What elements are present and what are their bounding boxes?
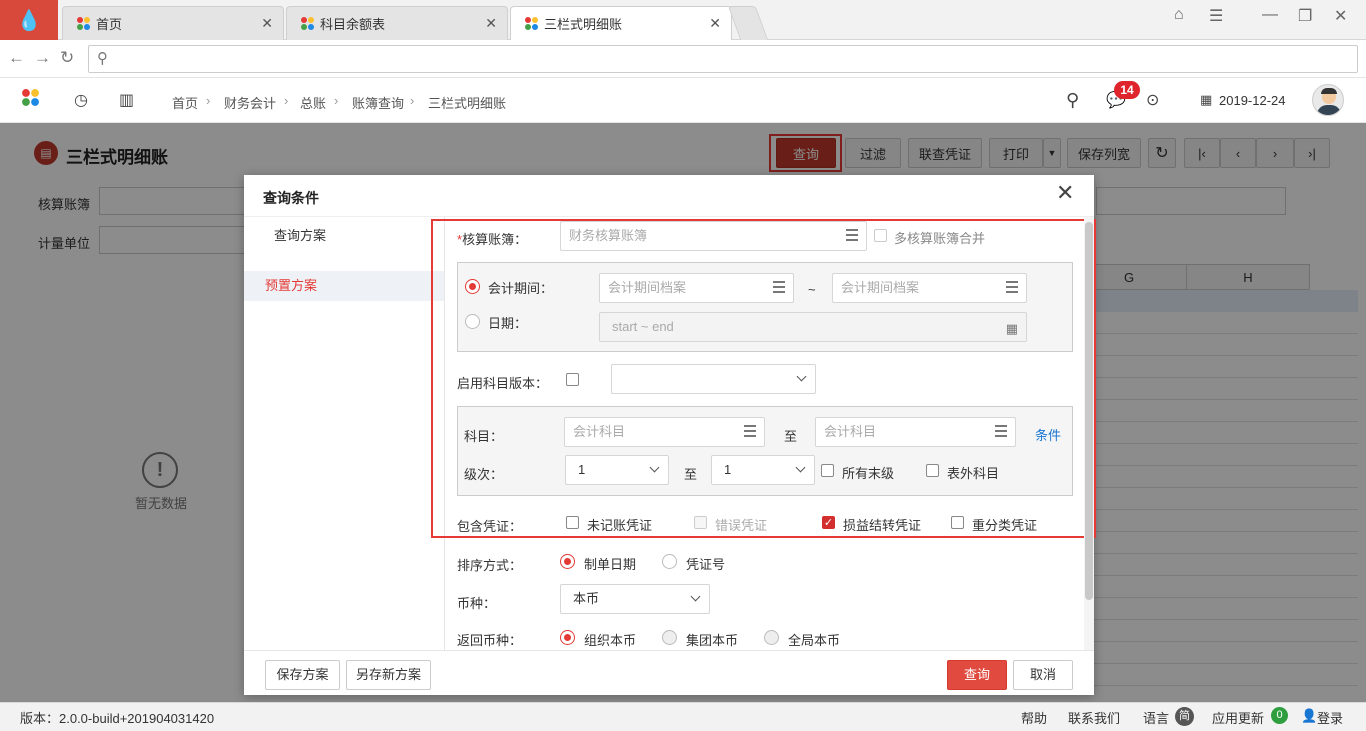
close-icon[interactable]: ✕ [485,15,497,32]
login-link[interactable]: 登录 [1317,708,1343,727]
url-input[interactable]: ⚲ [88,45,1358,73]
chevron-right-icon: › [284,93,289,108]
close-icon[interactable]: ✕ [261,15,273,32]
app-logo-icon [525,17,538,30]
chevron-down-icon [690,591,701,602]
app-logo-icon [301,17,314,30]
tab-subject-balance[interactable]: 科目余额表 ✕ [286,6,508,40]
return-group-label: 集团本币 [686,633,739,648]
language-badge[interactable]: 简 [1175,707,1194,726]
currency-label: 币种： [457,596,497,611]
forward-icon[interactable]: → [34,48,51,68]
avatar[interactable] [1312,84,1344,116]
tab-three-column-ledger[interactable]: 三栏式明细账 ✕ [510,6,732,40]
chevron-right-icon: › [334,93,339,108]
form-highlight [431,219,1096,538]
app-logo-icon[interactable] [22,89,39,106]
contact-link[interactable]: 联系我们 [1068,708,1120,727]
chevron-right-icon: › [410,93,415,108]
reload-icon[interactable]: ↻ [60,48,74,68]
sidebar-heading: 查询方案 [274,228,327,243]
back-icon[interactable]: ← [8,48,25,68]
breadcrumb-gl[interactable]: 总账 [300,93,326,112]
save-as-scheme-button[interactable]: 另存新方案 [346,660,431,690]
user-icon: 👤 [1301,708,1318,723]
update-count-badge: 0 [1271,707,1288,724]
tab-label: 三栏式明细账 [544,17,623,32]
return-currency-label: 返回币种： [457,633,523,648]
account-icon[interactable]: ⌂ [1174,6,1184,24]
scrollbar-thumb[interactable] [1085,222,1093,600]
maximize-icon[interactable]: ❐ [1298,6,1312,26]
breadcrumb-finance[interactable]: 财务会计 [224,93,276,112]
chevron-right-icon: › [206,93,211,108]
dialog-query-button[interactable]: 查询 [947,660,1007,690]
search-icon[interactable]: ⚲ [1066,90,1079,111]
app-logo-icon [77,17,90,30]
org-icon[interactable]: ▥ [119,90,134,110]
sort-no-radio[interactable] [662,554,677,569]
breadcrumb-home[interactable]: 首页 [172,93,198,112]
menu-icon[interactable]: ☰ [1209,6,1223,26]
breadcrumb-current: 三栏式明细账 [428,96,507,111]
sort-label: 排序方式： [457,558,523,573]
close-icon[interactable]: ✕ [709,15,721,32]
sort-date-label: 制单日期 [584,557,637,572]
language-link[interactable]: 语言 [1143,708,1169,727]
breadcrumb-ledger-query[interactable]: 账簿查询 [352,93,404,112]
history-icon[interactable]: ◷ [74,90,88,110]
tab-home[interactable]: 首页 ✕ [62,6,284,40]
sidebar-item-preset[interactable]: 预置方案 [244,271,444,301]
sort-no-label: 凭证号 [686,557,726,572]
update-link[interactable]: 应用更新 [1212,708,1264,727]
tab-label: 科目余额表 [320,17,386,32]
dialog-title: 查询条件 [263,190,319,206]
calendar-icon: ▦ [1200,92,1213,107]
message-badge: 14 [1114,81,1140,99]
tab-label: 首页 [96,17,123,32]
return-global-label: 全局本币 [788,633,841,648]
save-scheme-button[interactable]: 保存方案 [265,660,340,690]
return-group-radio[interactable] [662,630,677,645]
currency-select[interactable]: 本币 [560,584,710,614]
current-date[interactable]: 2019-12-24 [1219,93,1286,108]
browser-logo-icon: 💧 [0,0,58,40]
play-icon[interactable]: ⊙ [1146,90,1159,110]
sort-date-radio[interactable] [560,554,575,569]
close-window-icon[interactable]: ✕ [1334,6,1347,26]
dialog-header [244,175,1094,217]
app-header [0,79,1366,123]
search-icon: ⚲ [97,50,108,67]
version-text: 版本：2.0.0-build+201904031420 [20,711,215,726]
return-org-radio[interactable] [560,630,575,645]
minimize-icon[interactable]: — [1262,6,1278,24]
help-link[interactable]: 帮助 [1021,708,1047,727]
close-icon[interactable]: ✕ [1056,182,1074,204]
return-global-radio[interactable] [764,630,779,645]
dialog-cancel-button[interactable]: 取消 [1013,660,1073,690]
return-org-label: 组织本币 [584,633,637,648]
